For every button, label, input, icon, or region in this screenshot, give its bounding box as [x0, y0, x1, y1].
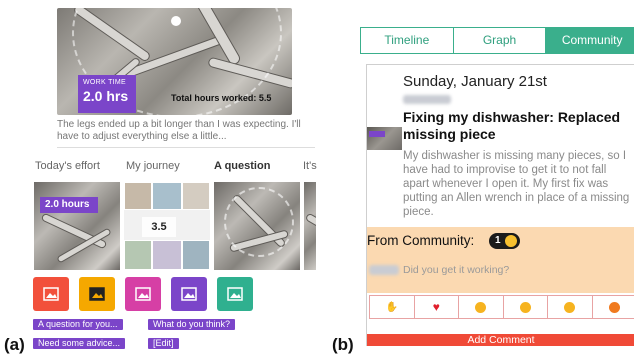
- panel-b: Timeline Graph Community Sunday, January…: [330, 0, 634, 356]
- image-icon: [227, 287, 243, 301]
- progress-arc: [224, 187, 294, 257]
- prompt-edit[interactable]: [Edit]: [148, 338, 179, 349]
- laughing-face-icon: [519, 301, 531, 313]
- tool-shape: [304, 212, 316, 240]
- thumbs-up-icon: ✋: [385, 301, 398, 313]
- surprised-face-icon: [505, 235, 517, 247]
- reaction-count: 1: [495, 235, 501, 246]
- tab-graph[interactable]: Graph: [454, 28, 547, 53]
- react-thumbs-up[interactable]: ✋: [369, 295, 414, 319]
- collage-cell: [124, 240, 152, 270]
- tab-timeline[interactable]: Timeline: [361, 28, 454, 53]
- collage-cell: [182, 240, 210, 270]
- thumbnail-card[interactable]: [304, 182, 316, 270]
- collage-cell: [152, 240, 182, 270]
- thumbnail-strip: 2.0 hours 3.5: [34, 182, 316, 270]
- tab-todays-effort[interactable]: Today's effort: [35, 160, 100, 172]
- blurred-username: [403, 95, 451, 104]
- color-button-pink[interactable]: [125, 277, 161, 311]
- image-icon: [43, 287, 59, 301]
- story-tabs: Today's effort My journey A question It'…: [30, 160, 320, 176]
- angry-face-icon: [608, 301, 620, 313]
- add-comment-button[interactable]: Add Comment: [367, 334, 634, 346]
- thumbnail-card[interactable]: [214, 182, 300, 270]
- prompt-question-for-you[interactable]: A question for you...: [33, 319, 123, 330]
- surprised-face-icon: [475, 301, 487, 313]
- prompt-need-advice[interactable]: Need some advice...: [33, 338, 126, 349]
- work-time-label: WORK TIME: [83, 79, 127, 86]
- panel-label-a: (a): [4, 335, 25, 354]
- thumbnail-card[interactable]: 3.5: [124, 182, 210, 270]
- reaction-count-badge: 1: [489, 233, 520, 249]
- story-text: The legs ended up a bit longer than I wa…: [57, 119, 301, 142]
- panel-a: WORK TIME 2.0 hrs Total hours worked: 5.…: [0, 0, 330, 356]
- blurred-commenter: [369, 265, 399, 275]
- image-icon: [89, 287, 105, 301]
- total-hours-text: Total hours worked: 5.5: [171, 93, 272, 103]
- thumbnail-tag: [369, 131, 385, 137]
- color-button-red[interactable]: [33, 277, 69, 311]
- image-icon: [135, 287, 151, 301]
- post-body: My dishwasher is missing many pieces, so…: [403, 150, 630, 218]
- sad-face-icon: [564, 301, 576, 313]
- community-section: From Community: 1 Did you get it working…: [367, 227, 634, 293]
- prompt-what-do-you-think[interactable]: What do you think?: [148, 319, 236, 330]
- post-date: Sunday, January 21st: [403, 73, 547, 90]
- color-button-row: [33, 277, 263, 311]
- heart-icon: ♥: [432, 300, 440, 314]
- color-button-purple[interactable]: [171, 277, 207, 311]
- community-comment: Did you get it working?: [403, 264, 510, 276]
- collage-cell: [124, 182, 152, 210]
- collage-cell: [152, 182, 182, 210]
- work-time-value: 2.0 hrs: [83, 88, 129, 104]
- progress-dot: [171, 16, 181, 26]
- post-card: Sunday, January 21st Fixing my dishwashe…: [366, 64, 634, 346]
- tab-my-journey[interactable]: My journey: [126, 160, 180, 172]
- react-sad[interactable]: [547, 295, 592, 319]
- divider: [57, 147, 315, 148]
- react-surprised[interactable]: [458, 295, 503, 319]
- thumbnail-hours-tag: 2.0 hours: [40, 197, 98, 213]
- collage-hours: 3.5: [142, 217, 176, 237]
- tab-community[interactable]: Community: [546, 28, 634, 53]
- color-button-green[interactable]: [217, 277, 253, 311]
- post-title: Fixing my dishwasher: Replaced missing p…: [403, 109, 621, 142]
- tool-shape: [40, 212, 108, 250]
- panel-label-b: (b): [332, 335, 354, 354]
- collage-cell: [182, 182, 210, 210]
- tab-a-question[interactable]: A question: [214, 160, 270, 172]
- thumbnail-card[interactable]: 2.0 hours: [34, 182, 120, 270]
- community-label: From Community:: [367, 233, 475, 248]
- reaction-bar: ✋ ♥: [369, 295, 634, 319]
- work-time-badge: WORK TIME 2.0 hrs: [78, 75, 136, 113]
- react-angry[interactable]: [591, 295, 634, 319]
- color-button-yellow[interactable]: [79, 277, 115, 311]
- react-heart[interactable]: ♥: [413, 295, 458, 319]
- image-icon: [181, 287, 197, 301]
- react-laughing[interactable]: [502, 295, 547, 319]
- post-thumbnail[interactable]: [367, 127, 402, 150]
- tab-its[interactable]: It's: [303, 160, 317, 172]
- view-tabs: Timeline Graph Community: [360, 27, 634, 54]
